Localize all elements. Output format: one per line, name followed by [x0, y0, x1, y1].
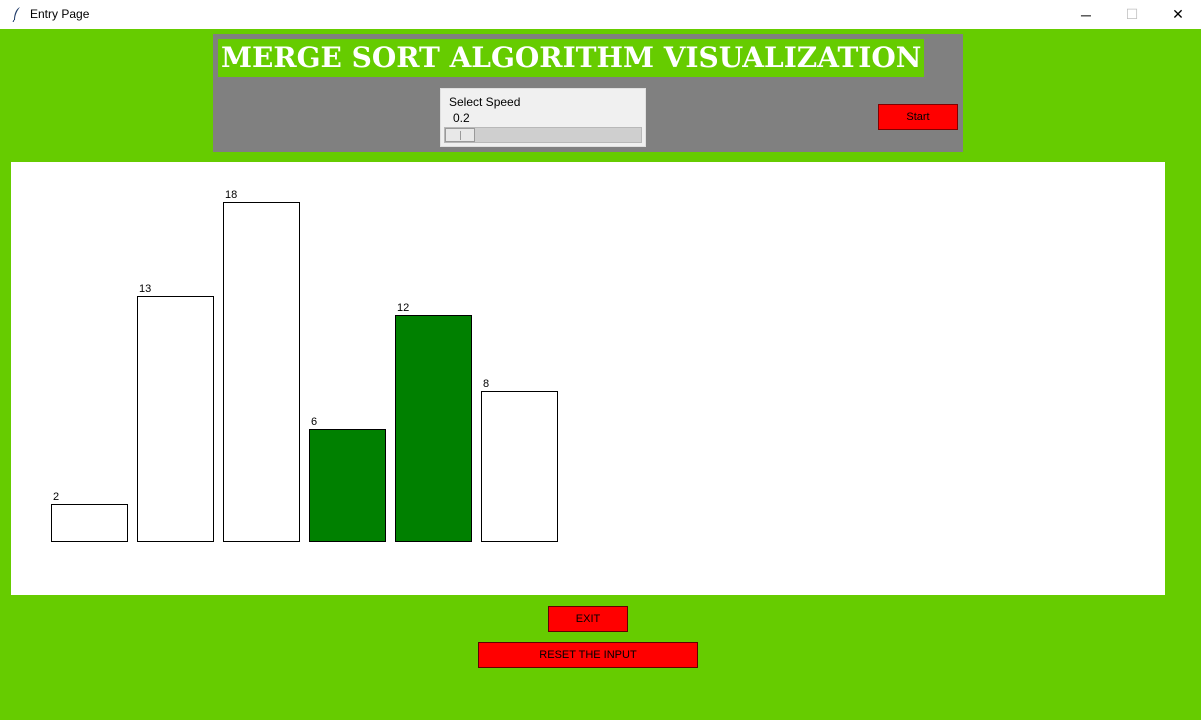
close-button[interactable]: ✕ [1155, 0, 1201, 29]
bar-value-label-2: 18 [225, 189, 238, 201]
bar-value-label-4: 12 [397, 302, 410, 315]
bar-value-label-5: 8 [483, 377, 490, 390]
speed-scale: Select Speed 0.2 [440, 88, 646, 147]
speed-label: Select Speed [449, 95, 521, 109]
bar-4 [395, 315, 472, 542]
feather-icon [12, 7, 20, 22]
bar-2 [223, 202, 300, 542]
bar-value-label-1: 13 [139, 283, 152, 296]
window-title: Entry Page [30, 7, 90, 21]
window-titlebar: Entry Page ─ ☐ ✕ [0, 0, 1201, 29]
bar-3 [309, 428, 386, 542]
start-button[interactable]: Start [878, 104, 958, 130]
bar-value-label-0: 2 [53, 491, 60, 504]
bar-value-label-3: 6 [311, 415, 318, 428]
header-frame: MERGE SORT ALGORITHM VISUALIZATION Selec… [213, 34, 963, 152]
bar-0 [51, 504, 128, 542]
speed-value: 0.2 [453, 111, 470, 125]
speed-trough[interactable] [444, 127, 642, 143]
visualization-canvas: 2 13 18 6 12 8 [11, 162, 1165, 595]
reset-input-button[interactable]: RESET THE INPUT [478, 642, 698, 668]
minimize-button[interactable]: ─ [1063, 0, 1109, 29]
page-title: MERGE SORT ALGORITHM VISUALIZATION [218, 39, 925, 77]
maximize-button[interactable]: ☐ [1109, 0, 1155, 29]
exit-button[interactable]: EXIT [548, 606, 628, 632]
speed-slider-handle[interactable] [445, 128, 475, 142]
bar-1 [137, 296, 214, 542]
bar-5 [481, 390, 558, 542]
main-window: MERGE SORT ALGORITHM VISUALIZATION Selec… [0, 29, 1201, 720]
